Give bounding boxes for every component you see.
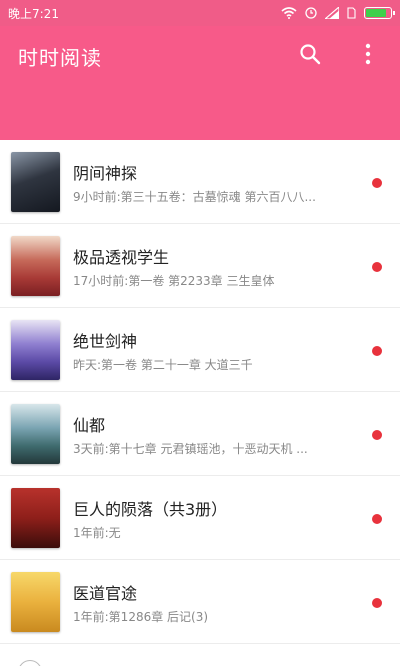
book-last-chapter: 1年前:无 [73,526,121,540]
book-title: 极品透视学生 [73,248,170,267]
signal-icon [325,7,339,19]
app-bar: 时时阅读 [0,26,400,166]
battery-fill [366,9,386,17]
unread-dot [372,430,382,440]
book-list-item[interactable]: 医道官途 1年前:第1286章 后记(3) [0,560,400,644]
book-cover [11,152,60,212]
book-title: 仙都 [73,416,106,435]
book-last-chapter: 昨天:第一卷 第二十一章 大道三千 [73,358,253,372]
book-last-chapter: 1年前:第1286章 后记(3) [73,610,209,624]
status-time: 晚上7:21 [8,6,59,21]
wifi-icon [281,7,297,19]
book-last-chapter: 3天前:第十七章 元君镇瑶池，十恶动天机 ... [73,442,308,456]
book-cover [11,404,60,464]
book-list-item[interactable]: 仙都 3天前:第十七章 元君镇瑶池，十恶动天机 ... [0,392,400,476]
book-title: 巨人的陨落（共3册） [73,500,228,519]
book-cover [11,488,60,548]
book-cover [11,572,60,632]
next-item-peek [18,660,42,666]
battery-icon [364,7,395,19]
book-list-item[interactable]: 阴间神探 9小时前:第三十五卷：古墓惊魂 第六百八八... [0,140,400,224]
more-vert-icon [365,43,371,65]
unread-dot [372,262,382,272]
sim-icon [347,7,356,19]
book-cover [11,236,60,296]
unread-dot [372,514,382,524]
book-title: 医道官途 [73,584,138,603]
book-title: 阴间神探 [73,164,138,183]
status-bar: 晚上7:21 [0,0,400,26]
app-title: 时时阅读 [18,46,102,70]
book-last-chapter: 17小时前:第一卷 第2233章 三生皇体 [73,274,275,288]
search-icon [300,44,321,65]
book-list: 阴间神探 9小时前:第三十五卷：古墓惊魂 第六百八八... 极品透视学生 17小… [0,140,400,644]
unread-dot [372,178,382,188]
status-icons [281,7,395,19]
book-title: 绝世剑神 [73,332,138,351]
alarm-icon [305,7,317,19]
book-list-item[interactable]: 巨人的陨落（共3册） 1年前:无 [0,476,400,560]
search-button[interactable] [294,38,326,70]
unread-dot [372,346,382,356]
unread-dot [372,598,382,608]
more-options-button[interactable] [352,38,384,70]
book-list-item[interactable]: 极品透视学生 17小时前:第一卷 第2233章 三生皇体 [0,224,400,308]
book-list-item[interactable]: 绝世剑神 昨天:第一卷 第二十一章 大道三千 [0,308,400,392]
book-last-chapter: 9小时前:第三十五卷：古墓惊魂 第六百八八... [73,190,316,204]
book-cover [11,320,60,380]
